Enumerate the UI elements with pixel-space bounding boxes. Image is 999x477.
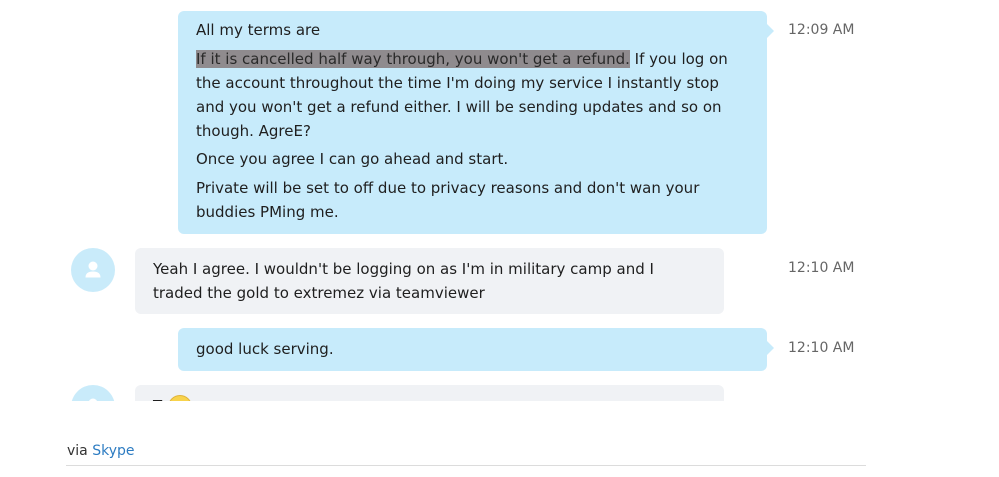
- message-text-fragment: T: [153, 397, 162, 401]
- message-text: All my terms are: [196, 21, 321, 39]
- message-bubble-incoming[interactable]: Yeah I agree. I wouldn't be logging on a…: [135, 248, 724, 314]
- skype-link[interactable]: Skype: [92, 443, 134, 459]
- message-text: Yeah I agree. I wouldn't be logging on a…: [153, 260, 654, 302]
- message-bubble-outgoing[interactable]: All my terms are If it is cancelled half…: [178, 11, 767, 234]
- message-bubble-incoming[interactable]: T: [135, 385, 724, 401]
- bubble-tail: [767, 24, 774, 38]
- message-text: T: [153, 394, 706, 401]
- person-icon: [88, 398, 98, 401]
- selected-text: If it is cancelled half way through, you…: [196, 50, 630, 68]
- person-icon: [85, 261, 101, 278]
- bubble-tail: [767, 341, 774, 355]
- smiley-emoji-icon: [168, 394, 193, 401]
- message-bubble-outgoing[interactable]: good luck serving.: [178, 328, 767, 371]
- avatar[interactable]: [71, 248, 115, 292]
- message-text: Once you agree I can go ahead and start.: [196, 150, 509, 168]
- footer-attribution: via Skype: [67, 443, 135, 459]
- footer-via-text: via: [67, 443, 88, 459]
- message-text: If it is cancelled half way through, you…: [196, 47, 749, 143]
- avatar[interactable]: [71, 385, 115, 401]
- message-text: Private will be set to off due to privac…: [196, 179, 700, 221]
- chat-transcript: All my terms are If it is cancelled half…: [0, 0, 999, 401]
- message-timestamp: 12:10 AM: [788, 260, 855, 276]
- footer-divider: [66, 465, 866, 466]
- message-timestamp: 12:09 AM: [788, 22, 855, 38]
- message-text: good luck serving.: [196, 340, 334, 358]
- message-timestamp: 12:10 AM: [788, 340, 855, 356]
